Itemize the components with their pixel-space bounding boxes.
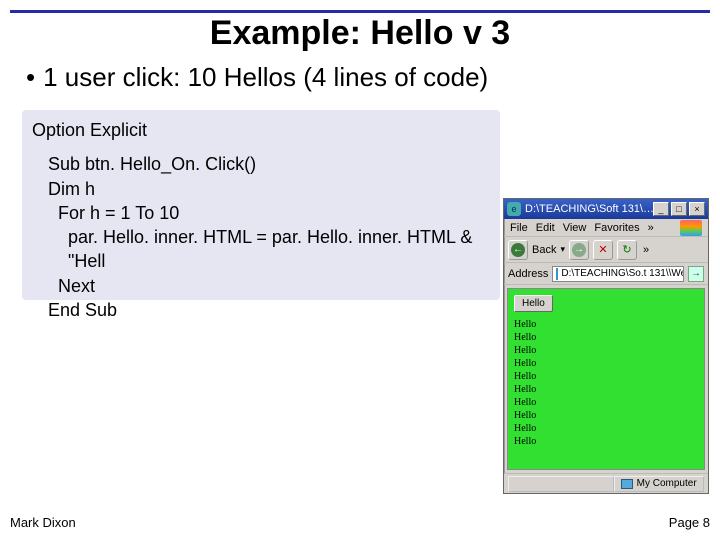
go-button[interactable]: → xyxy=(688,266,704,282)
code-line: Dim h xyxy=(48,177,490,201)
ie-icon: e xyxy=(507,202,521,216)
menu-more[interactable]: » xyxy=(648,222,654,234)
stop-button[interactable]: ✕ xyxy=(593,240,613,260)
code-line: End Sub xyxy=(48,298,490,322)
forward-button[interactable]: → xyxy=(569,240,589,260)
output-line: Hello xyxy=(514,422,698,435)
output-line: Hello xyxy=(514,409,698,422)
toolbar: ← Back ▾ → ✕ ↻ » xyxy=(504,237,708,263)
title-rule xyxy=(10,10,710,13)
page-viewport: Hello Hello Hello Hello Hello Hello Hell… xyxy=(507,288,705,470)
address-label: Address xyxy=(508,268,548,280)
status-left xyxy=(508,476,614,492)
bullet-text: 1 user click: 10 Hellos (4 lines of code… xyxy=(43,62,488,92)
code-line: Next xyxy=(58,274,490,298)
slide: Example: Hello v 3 • 1 user click: 10 Hel… xyxy=(0,0,720,540)
back-button[interactable]: ← xyxy=(508,240,528,260)
page-number: Page 8 xyxy=(669,515,710,530)
window-titlebar[interactable]: e D:\TEACHING\Soft 131\… _ □ × xyxy=(504,199,708,219)
code-line: For h = 1 To 10 xyxy=(58,201,490,225)
browser-window: e D:\TEACHING\Soft 131\… _ □ × File Edit… xyxy=(503,198,709,494)
bullet-dot: • xyxy=(26,62,35,92)
output-lines: Hello Hello Hello Hello Hello Hello Hell… xyxy=(514,318,698,448)
output-line: Hello xyxy=(514,344,698,357)
author-footer: Mark Dixon xyxy=(10,515,76,530)
refresh-button[interactable]: ↻ xyxy=(617,240,637,260)
menu-bar: File Edit View Favorites » xyxy=(504,219,708,237)
output-line: Hello xyxy=(514,435,698,448)
back-label[interactable]: Back xyxy=(532,244,556,256)
output-line: Hello xyxy=(514,370,698,383)
window-title: D:\TEACHING\Soft 131\… xyxy=(525,203,653,215)
output-line: Hello xyxy=(514,331,698,344)
address-input[interactable]: D:\TEACHING\So.t 131\\Week C xyxy=(552,266,684,282)
status-text: My Computer xyxy=(637,478,697,489)
document-icon xyxy=(556,268,558,280)
menu-edit[interactable]: Edit xyxy=(536,222,555,234)
menu-file[interactable]: File xyxy=(510,222,528,234)
output-line: Hello xyxy=(514,357,698,370)
windows-flag-icon xyxy=(680,220,702,236)
menu-favorites[interactable]: Favorites xyxy=(594,222,639,234)
output-line: Hello xyxy=(514,396,698,409)
menu-view[interactable]: View xyxy=(563,222,587,234)
computer-icon xyxy=(621,479,633,489)
back-chevron-icon[interactable]: ▾ xyxy=(560,244,565,255)
code-line: Sub btn. Hello_On. Click() xyxy=(48,152,490,176)
code-line: Option Explicit xyxy=(32,118,490,142)
code-block: Option Explicit Sub btn. Hello_On. Click… xyxy=(22,110,500,300)
output-line: Hello xyxy=(514,318,698,331)
minimize-button[interactable]: _ xyxy=(653,202,669,216)
address-value: D:\TEACHING\So.t 131\\Week C xyxy=(561,268,684,279)
output-line: Hello xyxy=(514,383,698,396)
code-line: par. Hello. inner. HTML = par. Hello. in… xyxy=(68,225,490,274)
maximize-button[interactable]: □ xyxy=(671,202,687,216)
close-button[interactable]: × xyxy=(689,202,705,216)
hello-button[interactable]: Hello xyxy=(514,295,553,312)
status-bar: My Computer xyxy=(504,473,708,493)
address-bar: Address D:\TEACHING\So.t 131\\Week C → xyxy=(504,263,708,285)
toolbar-more[interactable]: » xyxy=(643,244,649,256)
bullet-item: • 1 user click: 10 Hellos (4 lines of cod… xyxy=(26,62,488,93)
status-right: My Computer xyxy=(614,476,704,492)
slide-title: Example: Hello v 3 xyxy=(0,14,720,53)
